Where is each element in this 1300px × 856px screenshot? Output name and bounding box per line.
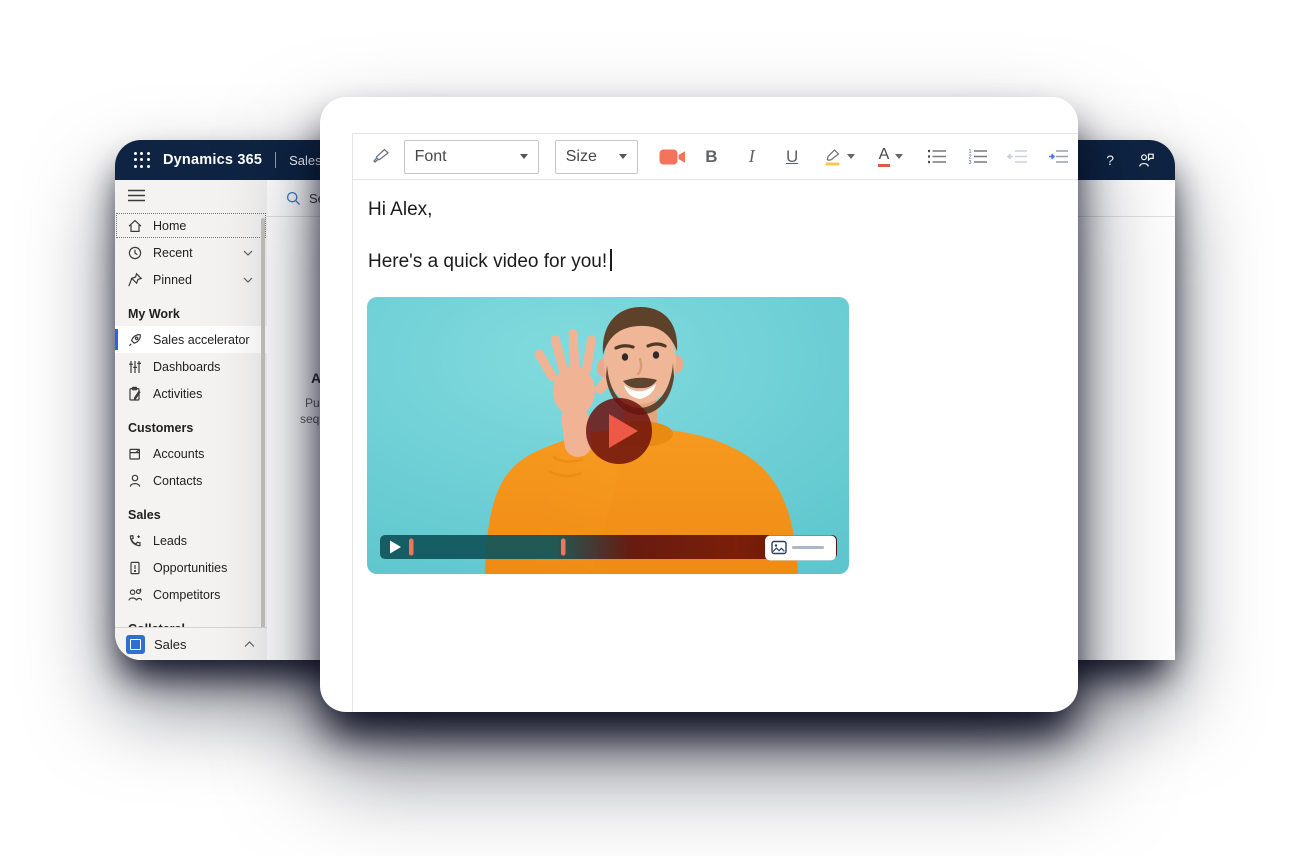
svg-text:3: 3 (968, 160, 971, 164)
section-sales: Sales (115, 503, 267, 527)
sidebar-item-label: Sales accelerator (153, 333, 250, 347)
bold-button[interactable]: B (691, 147, 731, 167)
timeline-marker (409, 539, 414, 556)
bullet-list-icon (927, 149, 946, 164)
sidebar-item-competitors[interactable]: Competitors (115, 581, 267, 608)
email-line-2: Here's a quick video for you! (368, 251, 607, 272)
font-color-button[interactable]: A (864, 147, 916, 167)
underline-button[interactable]: U (772, 147, 812, 167)
sidebar-item-label: Opportunities (153, 561, 227, 575)
highlighter-icon (822, 147, 842, 167)
numbered-list-button[interactable]: 123 (957, 149, 997, 164)
embedded-video-player[interactable] (367, 297, 849, 574)
sidebar-item-sales-accelerator[interactable]: Sales accelerator (115, 326, 267, 353)
video-camera-icon (659, 148, 686, 166)
content-text-fragment: seq (300, 412, 319, 426)
area-switcher[interactable]: Sales (115, 627, 267, 660)
increase-indent-icon (1048, 149, 1068, 164)
bullet-list-button[interactable] (917, 149, 957, 164)
sidebar-item-activities[interactable]: Activities (115, 380, 267, 407)
rocket-icon (127, 332, 143, 348)
sidebar-item-label: Contacts (153, 474, 202, 488)
sidebar-item-opportunities[interactable]: Opportunities (115, 554, 267, 581)
highlight-color-button[interactable] (812, 147, 864, 167)
clock-icon (127, 245, 143, 261)
size-dropdown-value: Size (566, 148, 597, 166)
chevron-down-icon (895, 154, 903, 159)
sidebar-item-label: Leads (153, 534, 187, 548)
increase-indent-button[interactable] (1038, 149, 1078, 164)
clipboard-icon (127, 386, 143, 402)
sidebar-item-pinned[interactable]: Pinned (115, 266, 267, 293)
email-line-1: Hi Alex, (368, 198, 1063, 222)
font-color-letter: A (878, 147, 891, 167)
area-label: Sales (154, 637, 187, 652)
decrease-indent-icon (1007, 149, 1027, 164)
sidebar-item-label: Accounts (153, 447, 204, 461)
hamburger-icon[interactable] (115, 180, 267, 212)
chevron-up-icon (244, 641, 255, 648)
sidebar-item-recent[interactable]: Recent (115, 239, 267, 266)
home-icon (127, 218, 143, 234)
search-icon (286, 191, 301, 206)
email-body[interactable]: Hi Alex, Here's a quick video for you! (353, 180, 1078, 292)
video-play-button (586, 398, 652, 464)
sidebar-item-label: Dashboards (153, 360, 220, 374)
section-customers: Customers (115, 416, 267, 440)
sidebar-item-leads[interactable]: Leads (115, 527, 267, 554)
timeline-marker (561, 539, 566, 556)
product-title: Dynamics 365 (163, 152, 262, 168)
feedback-icon[interactable] (1138, 152, 1155, 169)
people-icon (127, 587, 143, 603)
waffle-icon[interactable] (134, 152, 150, 168)
video-control-bar (380, 535, 837, 561)
email-composer-card: Font Size B I U (320, 97, 1078, 712)
sidebar-item-label: Competitors (153, 588, 220, 602)
font-dropdown-value: Font (415, 148, 447, 166)
dashboards-icon (127, 359, 143, 375)
chevron-down-icon (243, 277, 253, 283)
chevron-down-icon (243, 250, 253, 256)
header-divider (275, 152, 276, 168)
pin-icon (127, 272, 143, 288)
content-text-fragment: Pu (305, 396, 320, 410)
sitemap-sidebar: Home Recent Pinned My Work Sales acceler… (115, 180, 267, 660)
screenshot-stage: Dynamics 365 Sales Hub ? (0, 0, 1300, 856)
sidebar-item-contacts[interactable]: Contacts (115, 467, 267, 494)
accounts-icon (127, 446, 143, 462)
section-my-work: My Work (115, 302, 267, 326)
phone-icon (127, 533, 143, 549)
font-dropdown[interactable]: Font (404, 140, 539, 174)
person-icon (127, 473, 143, 489)
chevron-down-icon (520, 154, 528, 159)
sidebar-item-label: Activities (153, 387, 202, 401)
sidebar-scrollbar[interactable] (261, 218, 265, 632)
italic-button[interactable]: I (732, 146, 772, 167)
chevron-down-icon (847, 154, 855, 159)
insert-video-button[interactable] (656, 148, 689, 166)
sidebar-item-dashboards[interactable]: Dashboards (115, 353, 267, 380)
decrease-indent-button[interactable] (997, 149, 1037, 164)
thumbnail-button (765, 536, 836, 561)
app-tile-icon (126, 635, 145, 654)
sidebar-item-label: Pinned (153, 273, 192, 287)
sidebar-item-home[interactable]: Home (115, 212, 267, 239)
editor-toolbar: Font Size B I U (353, 134, 1078, 180)
size-dropdown[interactable]: Size (555, 140, 638, 174)
format-painter-icon[interactable] (367, 146, 395, 168)
numbered-list-icon: 123 (968, 149, 987, 164)
help-icon[interactable]: ? (1106, 152, 1114, 168)
sidebar-item-label: Home (153, 219, 186, 233)
opportunity-icon (127, 560, 143, 576)
chevron-down-icon (619, 154, 627, 159)
sidebar-item-label: Recent (153, 246, 193, 260)
sidebar-item-accounts[interactable]: Accounts (115, 440, 267, 467)
text-cursor (610, 249, 612, 271)
